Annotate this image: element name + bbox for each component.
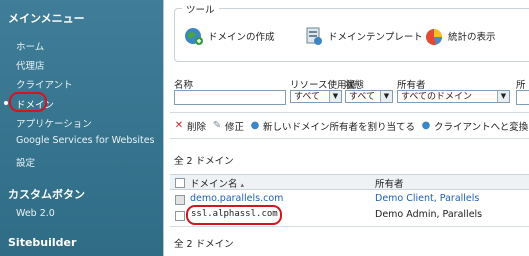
filter-owner-label: 所有者	[397, 80, 426, 91]
sidebar-item-web20[interactable]: Web 2.0	[16, 208, 55, 219]
sidebar-item-google-services[interactable]: Google Services for Websites	[16, 135, 155, 146]
filter-status-value: すべて	[349, 92, 376, 102]
column-owner[interactable]: 所有者	[375, 176, 404, 190]
edit-button[interactable]: ✎ 修正	[212, 119, 245, 134]
sidebar-item-home[interactable]: ホーム	[16, 39, 44, 53]
sidebar-item-clients[interactable]: クライアント	[16, 77, 73, 91]
divider	[170, 112, 529, 113]
sort-asc-icon: ▴	[240, 181, 245, 189]
chevron-down-icon: ▼	[497, 91, 509, 102]
assign-owner-label: 新しいドメイン所有者を割り当てる	[263, 122, 416, 133]
client-icon: ●	[421, 120, 431, 131]
view-stats-label: 統計の表示	[448, 32, 496, 43]
sidebar-item-resellers[interactable]: 代理店	[16, 58, 45, 72]
divider	[170, 138, 529, 139]
chevron-down-icon: ▼	[380, 91, 392, 102]
table-header: ドメイン名 ▴ 所有者	[170, 174, 529, 190]
sidebar: メインメニュー ホーム 代理店 クライアント ドメイン アプリケーション Goo…	[0, 0, 163, 256]
user-icon: ●	[250, 120, 260, 131]
column-domain-label: ドメイン名	[190, 179, 238, 190]
view-stats-button[interactable]: 統計の表示	[424, 26, 496, 46]
delete-x-icon: ✕	[174, 120, 184, 131]
convert-client-button[interactable]: ● クライアントへと変換	[421, 119, 529, 134]
owner-link[interactable]: Demo Client, Parallels	[375, 193, 479, 204]
filter-resource-value: すべて	[294, 92, 321, 102]
filter-owner-select[interactable]: すべてのドメイン ▼	[397, 90, 510, 103]
filter-extra-input[interactable]	[516, 90, 529, 105]
filter-name-input[interactable]	[174, 90, 286, 105]
highlight-ssl-domain-oval	[186, 205, 282, 225]
filter-resource-select[interactable]: すべて ▼	[290, 90, 342, 103]
row-checkbox[interactable]	[175, 211, 185, 221]
edit-label: 修正	[225, 122, 245, 133]
create-domain-label: ドメインの作成	[208, 32, 275, 43]
highlight-domains-oval	[9, 92, 47, 112]
filter-owner-value: すべてのドメイン	[401, 92, 473, 102]
main-panel: ツール ドメインの作成 ドメインテンプレート 統計の表示 名称 リソース使用量 …	[163, 0, 529, 256]
divider	[170, 226, 529, 227]
pie-chart-icon	[424, 26, 444, 46]
active-bullet-icon	[4, 101, 8, 105]
select-all-checkbox[interactable]	[175, 178, 185, 188]
globe-plus-icon	[184, 26, 204, 46]
owner-text: Demo Admin, Parallels	[375, 209, 483, 220]
domain-templates-label: ドメインテンプレート	[328, 32, 423, 43]
convert-client-label: クライアントへと変換	[434, 122, 529, 133]
column-domain-name[interactable]: ドメイン名 ▴	[190, 176, 244, 190]
filter-status-label: 状態	[345, 80, 365, 91]
sitebuilder-title: Sitebuilder	[8, 236, 77, 249]
domain-link[interactable]: demo.parallels.com	[190, 193, 283, 204]
custom-buttons-title: カスタムボタン	[8, 188, 85, 201]
create-domain-button[interactable]: ドメインの作成	[184, 26, 275, 46]
action-toolbar: ✕ 削除 ✎ 修正 ● 新しいドメイン所有者を割り当てる ● クライアントへと変…	[174, 119, 529, 134]
delete-label: 削除	[187, 122, 207, 133]
domain-count-top: 全 2 ドメイン	[174, 156, 234, 167]
sidebar-item-applications[interactable]: アプリケーション	[16, 116, 92, 130]
domain-templates-button[interactable]: ドメインテンプレート	[304, 26, 423, 46]
template-icon	[304, 26, 324, 46]
tools-title: ツール	[182, 2, 219, 16]
domain-count-bottom: 全 2 ドメイン	[174, 239, 234, 250]
row-checkbox[interactable]	[175, 195, 185, 205]
chevron-down-icon: ▼	[329, 91, 341, 102]
filter-name-label: 名称	[174, 80, 194, 91]
filter-status-select[interactable]: すべて ▼	[345, 90, 393, 103]
assign-owner-button[interactable]: ● 新しいドメイン所有者を割り当てる	[250, 119, 416, 134]
filter-cut-label: 所	[516, 80, 526, 91]
main-menu-title: メインメニュー	[8, 12, 85, 25]
sidebar-item-settings[interactable]: 設定	[16, 155, 35, 169]
delete-button[interactable]: ✕ 削除	[174, 119, 207, 134]
edit-icon: ✎	[212, 120, 222, 131]
